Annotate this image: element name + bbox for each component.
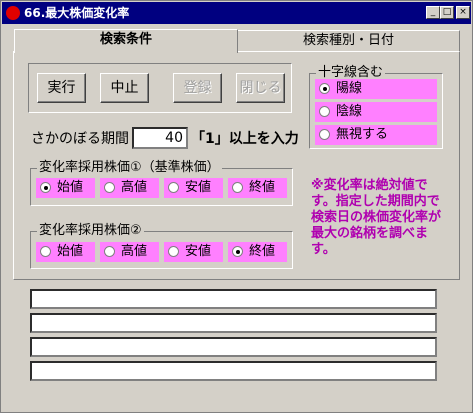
close-window-button[interactable]: × [456,6,470,19]
radio-indicator [232,182,243,193]
radio-indicator [168,246,179,257]
maximize-button[interactable]: □ [440,6,454,19]
stop-button[interactable]: 中止 [100,73,149,103]
radio-price2-open[interactable]: 始値 [36,242,95,262]
radio-indicator [319,129,330,140]
register-button[interactable]: 登録 [173,73,222,103]
radio-price1-close[interactable]: 終値 [228,178,287,198]
radio-indicator [168,182,179,193]
minimize-button[interactable]: _ [426,6,440,19]
radio-price1-low[interactable]: 安値 [164,178,223,198]
tab-search-conditions[interactable]: 検索条件 [14,29,238,53]
radio-price2-close[interactable]: 終値 [228,242,287,262]
radio-crossline-positive[interactable]: 陽線 [315,79,437,99]
period-hint: 「1」以上を入力 [191,131,299,147]
title-bar[interactable]: 66.最大株価変化率 _ □ × [2,2,471,24]
radio-indicator [104,246,115,257]
info-note: ※変化率は絶対値です。指定した期間内で検索日の株価変化率が最大の銘柄を調べます。 [311,178,442,257]
price2-legend: 変化率採用株価② [37,223,144,239]
radio-price2-low[interactable]: 安値 [164,242,223,262]
radio-crossline-ignore[interactable]: 無視する [315,125,437,145]
output-line-4[interactable] [30,361,437,381]
output-line-3[interactable] [30,337,437,357]
period-input[interactable]: 40 [132,127,188,149]
radio-crossline-negative[interactable]: 陰線 [315,102,437,122]
radio-price1-open[interactable]: 始値 [36,178,95,198]
radio-price2-high[interactable]: 高値 [100,242,159,262]
app-window: 66.最大株価変化率 _ □ × 検索条件 検索種別・日付 実行 中止 登録 閉… [0,0,473,413]
window-title: 66.最大株価変化率 [24,6,130,20]
tab-search-type-date[interactable]: 検索種別・日付 [237,30,460,52]
app-icon [6,6,20,20]
period-label: さかのぼる期間 [31,131,129,147]
radio-indicator [319,83,330,94]
output-line-2[interactable] [30,313,437,333]
radio-indicator [104,182,115,193]
output-line-1[interactable] [30,289,437,309]
radio-indicator [232,246,243,257]
price1-legend: 変化率採用株価①（基準株価） [37,160,222,176]
radio-indicator [40,182,51,193]
radio-price1-high[interactable]: 高値 [100,178,159,198]
close-button[interactable]: 閉じる [236,73,285,103]
run-button[interactable]: 実行 [37,73,86,103]
radio-indicator [40,246,51,257]
radio-indicator [319,106,330,117]
